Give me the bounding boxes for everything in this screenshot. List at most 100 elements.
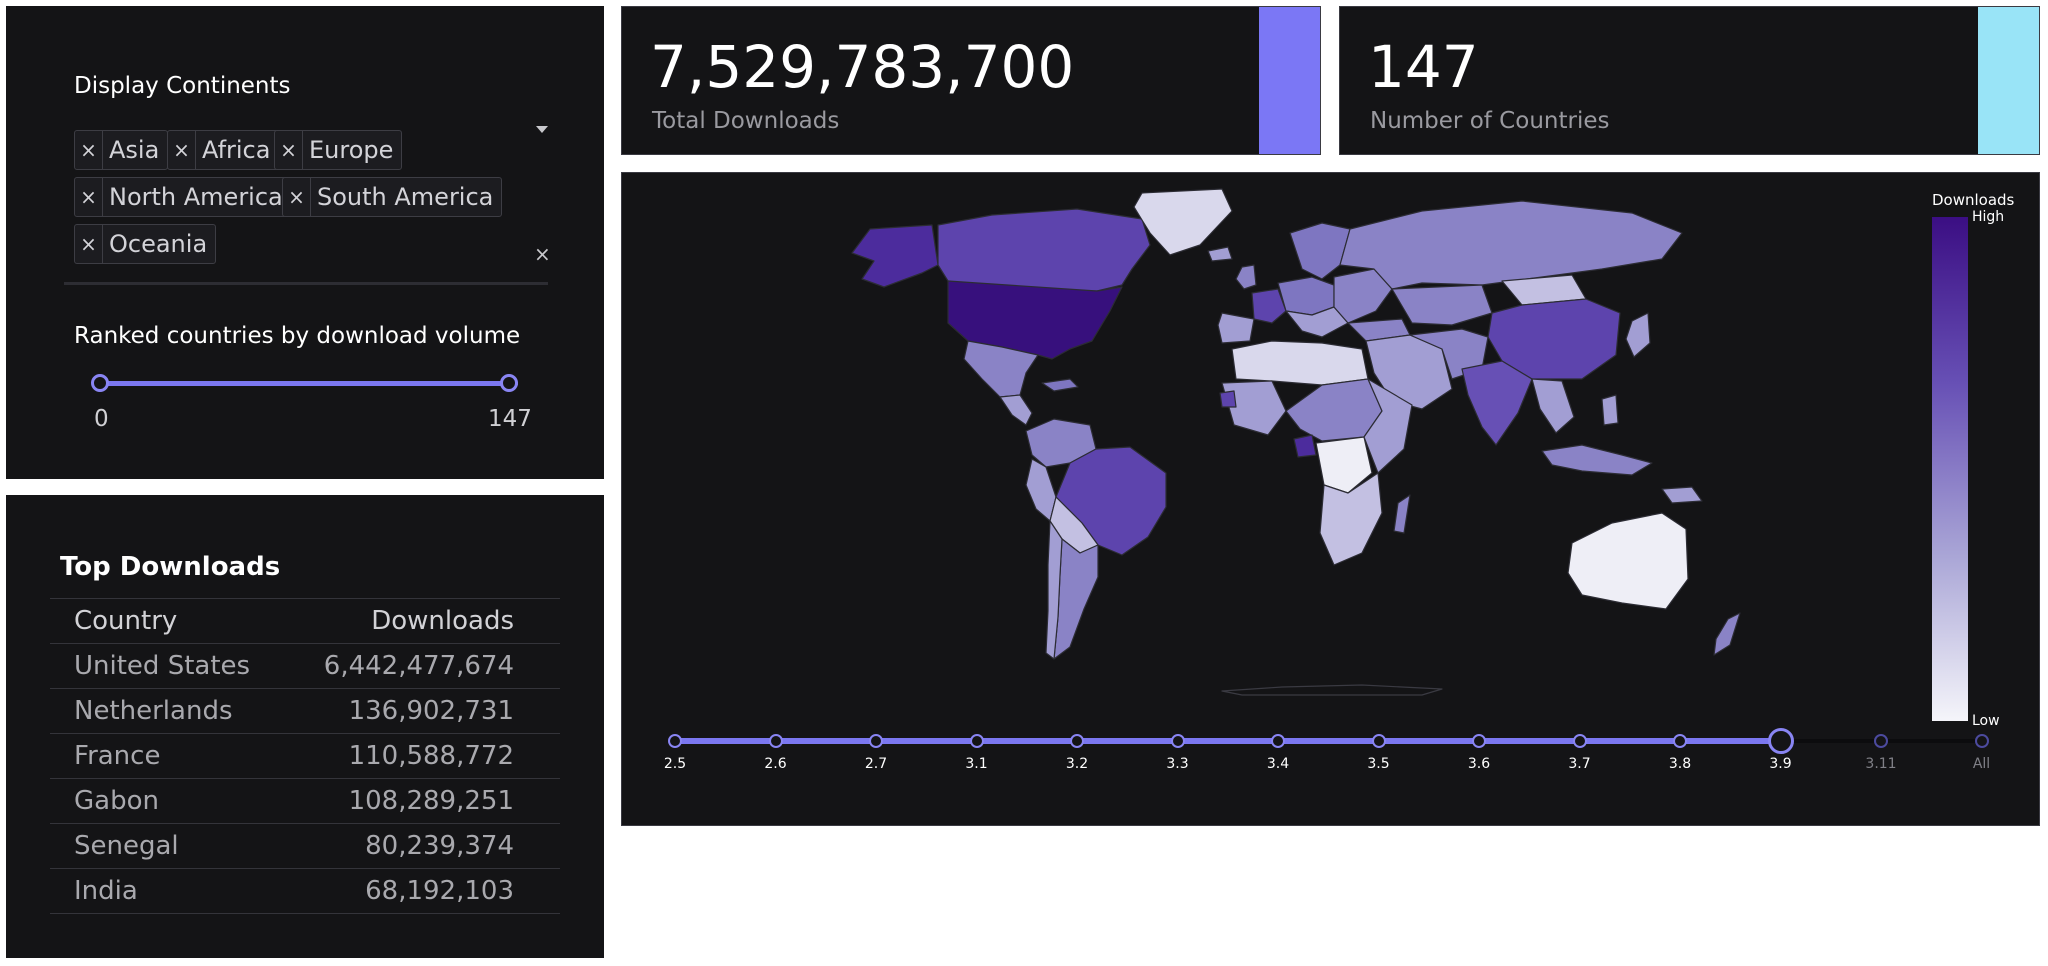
chip-africa: × Africa — [167, 130, 280, 170]
table-row: France 110,588,772 — [50, 733, 560, 779]
country-west-africa — [1221, 380, 1287, 436]
kpi-label: Number of Countries — [1370, 108, 1610, 134]
cell-country: United States — [50, 643, 311, 689]
table-row: Gabon 108,289,251 — [50, 778, 560, 824]
colorbar-high-label: High — [1972, 209, 2005, 225]
version-step-label: 3.4 — [1266, 756, 1290, 772]
version-step-label: 3.7 — [1568, 756, 1591, 772]
rank-min-value: 0 — [94, 406, 109, 432]
rank-max-handle[interactable] — [500, 374, 518, 392]
chip-north-america: × North America — [74, 177, 292, 217]
rank-range-slider[interactable] — [100, 381, 518, 386]
country-southeast-asia — [1531, 378, 1575, 434]
version-step-label: 3.8 — [1668, 756, 1692, 772]
version-step-label: 3.1 — [965, 756, 988, 772]
country-japan — [1625, 312, 1651, 358]
kpi-total-downloads: 7,529,783,700 Total Downloads — [621, 6, 1321, 155]
cell-downloads: 68,192,103 — [310, 868, 560, 914]
version-step-label: 3.3 — [1166, 756, 1189, 772]
table-row: Senegal 80,239,374 — [50, 823, 560, 869]
version-step-all[interactable] — [1974, 734, 1989, 748]
country-madagascar — [1393, 494, 1411, 534]
version-step-3-3[interactable] — [1170, 734, 1185, 748]
antarctica-outline — [1221, 684, 1443, 696]
chip-label: Oceania — [109, 230, 208, 258]
cell-country: Gabon — [50, 778, 311, 824]
chip-label: Asia — [109, 136, 160, 164]
version-step-2-7[interactable] — [869, 734, 883, 748]
kpi-value: 147 — [1368, 33, 1479, 101]
country-india — [1461, 360, 1533, 446]
continents-label: Display Continents — [74, 73, 291, 99]
colorbar-title: Downloads — [1932, 191, 2015, 209]
kpi-accent-bar — [1978, 7, 2039, 154]
country-scandinavia — [1289, 222, 1351, 280]
chip-europe: × Europe — [274, 130, 403, 170]
chip-oceania: × Oceania — [74, 224, 217, 264]
table-title: Top Downloads — [60, 552, 281, 582]
version-step-label: 2.6 — [764, 756, 787, 772]
country-central-america — [999, 394, 1033, 426]
rank-slider-label: Ranked countries by download volume — [74, 323, 521, 349]
country-iceland — [1207, 246, 1233, 262]
country-australia — [1567, 512, 1689, 610]
version-step-label: 3.5 — [1367, 756, 1390, 772]
version-step-3-11[interactable] — [1874, 734, 1888, 748]
country-gabon — [1293, 434, 1317, 458]
version-slider-fill — [675, 738, 1781, 744]
chip-label: South America — [317, 183, 494, 211]
remove-chip-icon[interactable]: × — [75, 131, 103, 169]
version-step-2-6[interactable] — [768, 734, 783, 748]
country-philippines — [1601, 394, 1619, 426]
country-canada — [937, 208, 1151, 292]
column-header-country: Country — [50, 598, 311, 644]
cell-downloads: 108,289,251 — [310, 778, 560, 824]
kpi-label: Total Downloads — [652, 108, 840, 134]
cell-downloads: 110,588,772 — [310, 733, 560, 779]
country-peru — [1025, 458, 1057, 522]
chevron-down-icon[interactable] — [536, 126, 548, 133]
remove-chip-icon[interactable]: × — [75, 178, 103, 216]
version-step-3-2[interactable] — [1070, 734, 1084, 748]
version-step-3-1[interactable] — [969, 734, 984, 748]
kpi-number-of-countries: 147 Number of Countries — [1339, 6, 2040, 155]
country-new-zealand — [1713, 612, 1741, 656]
country-papua-new-guinea — [1661, 486, 1703, 504]
kpi-accent-bar — [1259, 7, 1320, 154]
remove-chip-icon[interactable]: × — [275, 131, 303, 169]
table-row: India 68,192,103 — [50, 868, 560, 914]
country-kazakhstan — [1391, 284, 1493, 326]
version-step-label: 3.9 — [1769, 756, 1792, 772]
chip-label: Africa — [202, 136, 271, 164]
country-uk-ireland — [1235, 264, 1257, 290]
version-step-label: 3.6 — [1467, 756, 1491, 772]
country-cuba — [1041, 378, 1079, 392]
kpi-value: 7,529,783,700 — [650, 33, 1075, 101]
rank-max-value: 147 — [488, 406, 532, 432]
country-alaska — [851, 224, 939, 288]
chip-asia: × Asia — [74, 130, 169, 170]
column-header-downloads: Downloads — [310, 598, 560, 644]
rank-min-handle[interactable] — [91, 374, 109, 392]
version-step-3-5[interactable] — [1371, 734, 1386, 748]
remove-chip-icon[interactable]: × — [168, 131, 196, 169]
version-step-3-7[interactable] — [1572, 734, 1587, 748]
table-row: Netherlands 136,902,731 — [50, 688, 560, 734]
version-step-3-9[interactable] — [1767, 728, 1794, 754]
table-header-row: Country Downloads — [50, 598, 560, 644]
cell-downloads: 80,239,374 — [310, 823, 560, 869]
world-choropleth-map[interactable] — [622, 173, 2039, 825]
version-step-2-5[interactable] — [668, 734, 682, 748]
country-indonesia — [1541, 444, 1653, 476]
chip-south-america: × South America — [282, 177, 503, 217]
version-step-3-4[interactable] — [1271, 734, 1285, 748]
cell-country: Netherlands — [50, 688, 311, 734]
remove-chip-icon[interactable]: × — [75, 225, 103, 263]
country-senegal — [1219, 390, 1237, 408]
clear-all-icon[interactable]: × — [534, 242, 551, 266]
version-step-3-6[interactable] — [1472, 734, 1486, 748]
version-step-3-8[interactable] — [1673, 734, 1687, 748]
version-step-label: All — [1972, 756, 1991, 772]
chip-label: North America — [109, 183, 283, 211]
remove-chip-icon[interactable]: × — [283, 178, 311, 216]
